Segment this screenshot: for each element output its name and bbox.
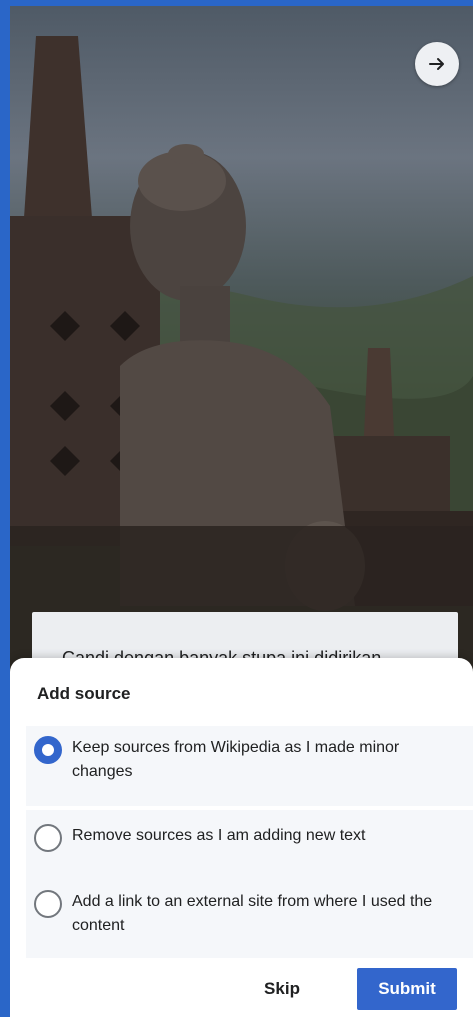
- option-keep-sources-label: Keep sources from Wikipedia as I made mi…: [72, 739, 400, 780]
- skip-button[interactable]: Skip: [246, 968, 318, 1010]
- radio-keep-sources[interactable]: [34, 736, 62, 764]
- radio-remove-sources[interactable]: [34, 824, 62, 852]
- app-frame: Candi dengan banyak stupa ini didirikan …: [10, 6, 473, 1017]
- submit-button[interactable]: Submit: [357, 968, 457, 1010]
- add-source-sheet: Add source Keep sources from Wikipedia a…: [10, 658, 473, 1017]
- article-photo: [10, 6, 473, 696]
- radio-add-link[interactable]: [34, 890, 62, 918]
- option-remove-sources[interactable]: Remove sources as I am adding new text: [26, 810, 473, 874]
- buddha-statue-photo: [10, 36, 473, 696]
- arrow-right-icon: [429, 58, 444, 70]
- sheet-title: Add source: [37, 684, 131, 703]
- option-add-link-label: Add a link to an external site from wher…: [72, 893, 433, 934]
- next-button[interactable]: [415, 42, 459, 86]
- option-remove-sources-label: Remove sources as I am adding new text: [72, 827, 366, 844]
- option-keep-sources[interactable]: Keep sources from Wikipedia as I made mi…: [26, 726, 473, 806]
- option-add-link[interactable]: Add a link to an external site from wher…: [26, 874, 473, 958]
